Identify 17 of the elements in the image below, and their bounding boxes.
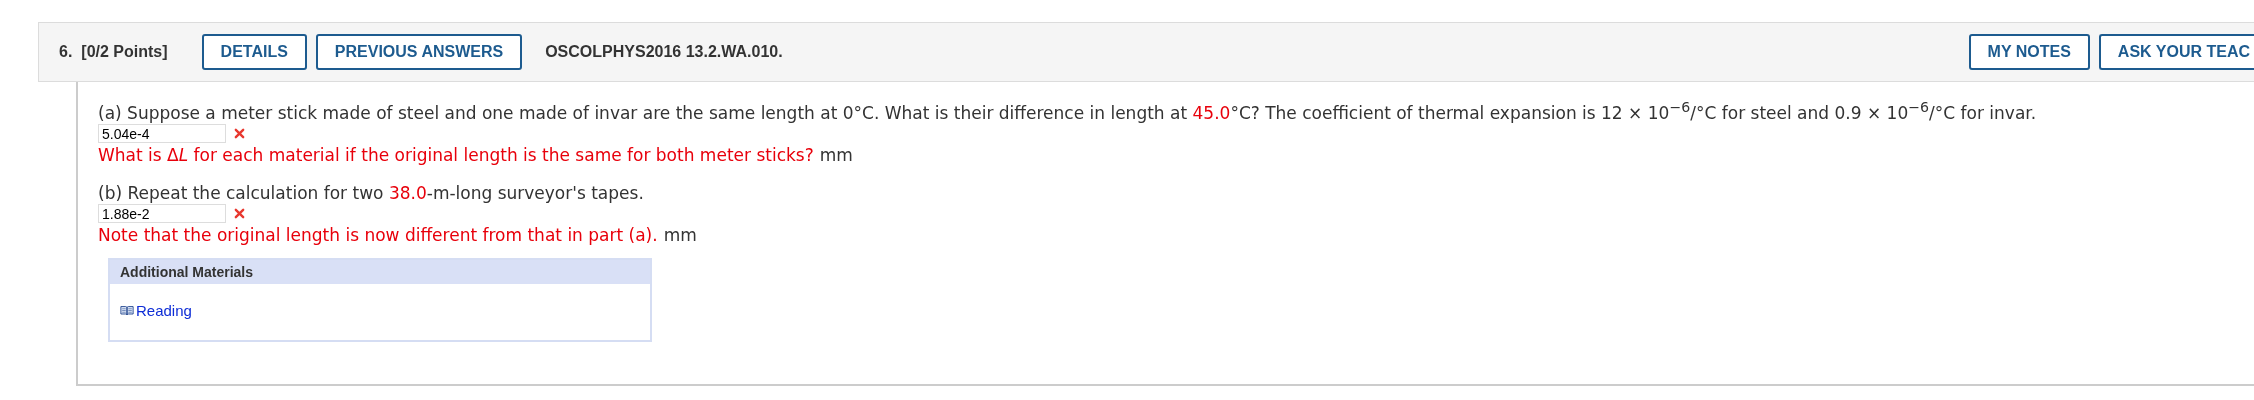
header-button[interactable]: PREVIOUS ANSWERS [315, 34, 523, 70]
reading-link[interactable]: Reading [120, 301, 192, 319]
materials-title: Additional Materials [110, 259, 650, 284]
header-button[interactable]: MY NOTES [1968, 34, 2090, 70]
header-button[interactable]: DETAILS [201, 34, 307, 70]
feedback-text: What is ΔL for each material if the original length is the same for both meter sticks? [98, 144, 814, 165]
unit-label: mm [663, 224, 697, 245]
answer-field[interactable]: 5.04e-4 [98, 124, 226, 144]
question-code: OSCOLPHYS2016 13.2.WA.010. [545, 43, 783, 61]
question-text: (a) Suppose a meter stick made of steel and one made of invar are the same length at 0°C. What is their difference in length at 45.0°C? The coefficient of thermal expansion is 12 × 10$^{−6}$/°C for steel and 0.9 × 10$^{−6}$/°C for invar. [98, 98, 2038, 124]
header-button[interactable]: ASK YOUR TEAC [2098, 34, 2254, 70]
question-points: [0/2 Points] [81, 43, 168, 61]
question-text: (b) Repeat the calculation for two 38.0-m-long surveyor's tapes. [98, 181, 645, 204]
answer-field[interactable]: 1.88e-2 [98, 204, 226, 224]
unit-label: mm [819, 144, 853, 165]
feedback-text: Note that the original length is now different from that in part (a). [98, 224, 658, 245]
question-number: 6. [59, 43, 73, 61]
